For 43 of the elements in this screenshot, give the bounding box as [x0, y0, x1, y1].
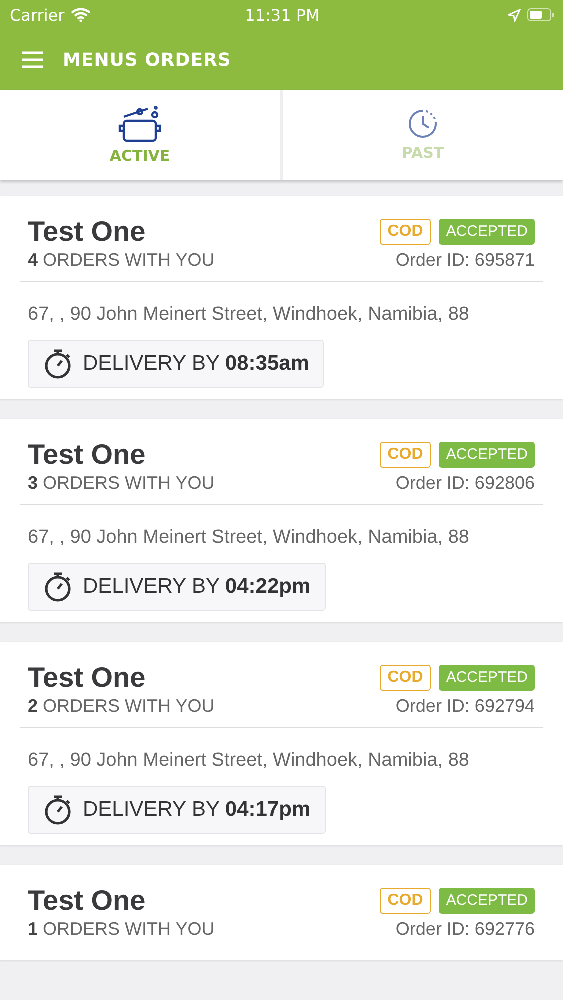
- carrier-label: Carrier: [10, 6, 65, 24]
- menu-icon: [22, 51, 43, 69]
- wifi-icon: [70, 8, 91, 22]
- stopwatch-icon: [43, 348, 73, 380]
- stopwatch-icon: [43, 794, 73, 826]
- page-title: MENUS ORDERS: [63, 50, 232, 70]
- order-card[interactable]: Test One COD ACCEPTED 2 ORDERS WITH YOU Order ID: 692794 67, , 90 John Meinert Street, Windhoek, Namibia, 88 DELIVERY BY 04:17pm: [0, 642, 563, 845]
- status-badge: ACCEPTED: [439, 219, 535, 245]
- customer-name: Test One: [28, 439, 146, 471]
- status-time: 11:31 PM: [245, 6, 320, 24]
- location-icon: [508, 8, 521, 22]
- delivery-time-chip: DELIVERY BY 04:17pm: [28, 786, 326, 834]
- delivery-address: 67, , 90 John Meinert Street, Windhoek, Namibia, 88: [28, 526, 470, 550]
- delivery-address: 67, , 90 John Meinert Street, Windhoek, Namibia, 88: [28, 749, 470, 773]
- delivery-address: 67, , 90 John Meinert Street, Windhoek, Namibia, 88: [28, 303, 470, 327]
- customer-name: Test One: [28, 216, 146, 248]
- delivery-time-chip: DELIVERY BY 04:22pm: [28, 563, 326, 611]
- payment-badge: COD: [380, 442, 432, 468]
- order-card[interactable]: Test One COD ACCEPTED 1 ORDERS WITH YOU Order ID: 692776: [0, 865, 563, 960]
- customer-name: Test One: [28, 662, 146, 694]
- order-id: Order ID: 695871: [396, 250, 535, 271]
- status-badge: ACCEPTED: [439, 888, 535, 914]
- customer-name: Test One: [28, 885, 146, 917]
- orders-count: 1 ORDERS WITH YOU: [28, 919, 215, 940]
- order-id: Order ID: 692776: [396, 919, 535, 940]
- orders-count: 3 ORDERS WITH YOU: [28, 473, 215, 494]
- order-card[interactable]: Test One COD ACCEPTED 4 ORDERS WITH YOU Order ID: 695871 67, , 90 John Meinert Street, Windhoek, Namibia, 88 DELIVERY BY 08:35am: [0, 196, 563, 399]
- delivery-time-chip: DELIVERY BY 08:35am: [28, 340, 324, 388]
- orders-count: 4 ORDERS WITH YOU: [28, 250, 215, 271]
- status-badge: ACCEPTED: [439, 442, 535, 468]
- orders-count: 2 ORDERS WITH YOU: [28, 696, 215, 717]
- menu-button[interactable]: [22, 51, 43, 69]
- clock-icon: [407, 108, 439, 140]
- stopwatch-icon: [43, 571, 73, 603]
- payment-badge: COD: [380, 219, 432, 245]
- order-card[interactable]: Test One COD ACCEPTED 3 ORDERS WITH YOU Order ID: 692806 67, , 90 John Meinert Street, Windhoek, Namibia, 88 DELIVERY BY 04:22pm: [0, 419, 563, 622]
- payment-badge: COD: [380, 665, 432, 691]
- battery-icon: [527, 8, 555, 22]
- order-id: Order ID: 692806: [396, 473, 535, 494]
- payment-badge: COD: [380, 888, 432, 914]
- status-badge: ACCEPTED: [439, 665, 535, 691]
- pot-icon: [118, 105, 162, 143]
- order-id: Order ID: 692794: [396, 696, 535, 717]
